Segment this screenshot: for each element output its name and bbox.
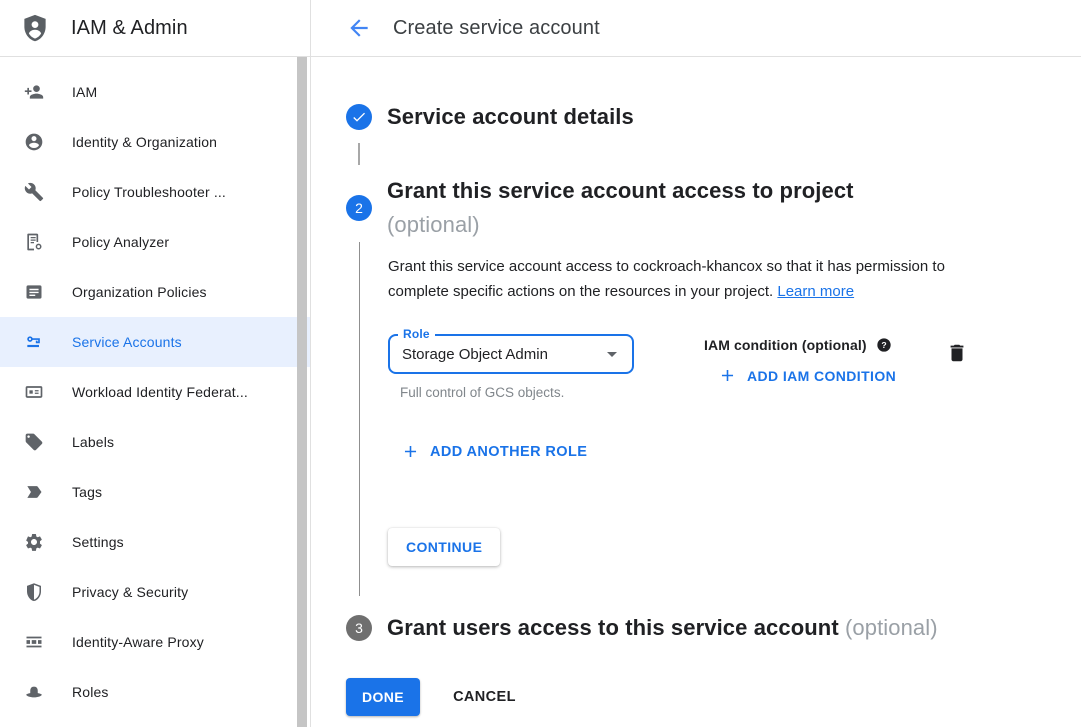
step-3-optional-label: (optional) (845, 615, 938, 640)
sidebar-item-label: Identity & Organization (72, 134, 217, 150)
role-select[interactable]: Role Storage Object Admin (388, 334, 634, 374)
sidebar-item-identity-aware-proxy[interactable]: Identity-Aware Proxy (0, 617, 310, 667)
sidebar-item-label: Privacy & Security (72, 584, 188, 600)
sidebar-item-label: Policy Analyzer (72, 234, 169, 250)
sidebar-item-organization-policies[interactable]: Organization Policies (0, 267, 310, 317)
body: IAM Identity & Organization Policy Trouble… (0, 57, 1081, 727)
policy-analyzer-icon (24, 232, 44, 252)
learn-more-link[interactable]: Learn more (777, 283, 854, 300)
tag-arrow-icon (24, 482, 44, 502)
label-tag-icon (24, 432, 44, 452)
wrench-icon (24, 182, 44, 202)
sidebar-item-label: Organization Policies (72, 284, 207, 300)
delete-role-button[interactable] (946, 342, 970, 366)
continue-button[interactable]: CONTINUE (388, 528, 500, 566)
page-title: Create service account (393, 17, 600, 40)
sidebar-scrollbar[interactable] (297, 57, 307, 727)
iam-condition-column: IAM condition (optional) ? ADD IAM CONDI… (704, 334, 896, 390)
arrow-back-icon (346, 15, 372, 41)
step-2-description: Grant this service account access to coc… (388, 254, 980, 304)
sidebar-item-label: Policy Troubleshooter ... (72, 184, 226, 200)
privacy-shield-icon (24, 582, 44, 602)
chevron-down-icon (600, 342, 624, 366)
plus-icon (401, 442, 420, 461)
help-icon[interactable]: ? (876, 337, 892, 353)
footer-actions: DONE CANCEL (346, 678, 1041, 716)
role-helper-text: Full control of GCS objects. (388, 385, 634, 400)
step-2-body: Grant this service account access to coc… (359, 242, 1041, 596)
gear-icon (24, 532, 44, 552)
sidebar-item-iam[interactable]: IAM (0, 67, 310, 117)
sidebar-item-label: Labels (72, 434, 114, 450)
role-selected-value: Storage Object Admin (402, 346, 548, 363)
role-field-label: Role (398, 327, 435, 341)
product-header: IAM & Admin (0, 0, 311, 56)
shield-person-icon (20, 13, 50, 43)
svg-text:?: ? (881, 340, 886, 350)
add-another-role-button[interactable]: ADD ANOTHER ROLE (401, 442, 587, 461)
step-2-number-badge: 2 (346, 195, 372, 221)
step-3-number-badge: 3 (346, 615, 372, 641)
sidebar-item-privacy-security[interactable]: Privacy & Security (0, 567, 310, 617)
sidebar-item-workload-identity-federat[interactable]: Workload Identity Federat... (0, 367, 310, 417)
sidebar-item-label: Tags (72, 484, 102, 500)
role-row: Role Storage Object Admin Full control o… (388, 334, 1041, 400)
trash-icon (946, 342, 968, 366)
sidebar-item-policy-analyzer[interactable]: Policy Analyzer (0, 217, 310, 267)
role-field-column: Role Storage Object Admin Full control o… (388, 334, 634, 400)
step-2-optional-label: (optional) (387, 212, 480, 237)
document-icon (24, 282, 44, 302)
sidebar-item-policy-troubleshooter[interactable]: Policy Troubleshooter ... (0, 167, 310, 217)
sidebar-items: IAM Identity & Organization Policy Trouble… (0, 67, 310, 717)
sidebar-item-labels[interactable]: Labels (0, 417, 310, 467)
check-icon (351, 109, 367, 125)
sidebar-item-identity-organization[interactable]: Identity & Organization (0, 117, 310, 167)
sidebar-item-label: Service Accounts (72, 334, 182, 350)
sidebar-item-label: Roles (72, 684, 109, 700)
sidebar-item-label: Workload Identity Federat... (72, 384, 248, 400)
sidebar-item-settings[interactable]: Settings (0, 517, 310, 567)
service-account-key-icon (24, 332, 44, 352)
step-1-complete-badge (346, 104, 372, 130)
sidebar-item-label: IAM (72, 84, 97, 100)
product-title: IAM & Admin (71, 17, 188, 40)
hat-icon (24, 682, 44, 702)
app-window: IAM & Admin Create service account IAM Id… (0, 0, 1081, 727)
sidebar-item-tags[interactable]: Tags (0, 467, 310, 517)
sidebar-item-label: Settings (72, 534, 124, 550)
add-iam-condition-button[interactable]: ADD IAM CONDITION (718, 366, 896, 385)
badge-card-icon (24, 382, 44, 402)
plus-icon (718, 366, 737, 385)
step-2-grant-access: 2 Grant this service account access to p… (346, 174, 1041, 242)
step-3-title: Grant users access to this service accou… (387, 611, 938, 645)
page-header: Create service account (311, 0, 1081, 56)
step-3-grant-users: 3 Grant users access to this service acc… (346, 611, 1041, 645)
done-button[interactable]: DONE (346, 678, 420, 716)
step-1-service-account-details: Service account details (346, 100, 1041, 134)
sidebar-item-label: Identity-Aware Proxy (72, 634, 204, 650)
top-bar: IAM & Admin Create service account (0, 0, 1081, 57)
main-content: Service account details 2 Grant this ser… (311, 57, 1081, 727)
step-connector (358, 143, 360, 165)
account-circle-icon (24, 132, 44, 152)
step-1-title: Service account details (387, 100, 634, 134)
proxy-icon (24, 632, 44, 652)
step-2-title: Grant this service account access to pro… (387, 174, 854, 242)
sidebar-item-service-accounts[interactable]: Service Accounts (0, 317, 310, 367)
iam-condition-label-row: IAM condition (optional) ? (704, 337, 896, 353)
sidebar-nav: IAM Identity & Organization Policy Trouble… (0, 57, 311, 727)
back-button[interactable] (346, 15, 372, 41)
cancel-button[interactable]: CANCEL (453, 689, 516, 705)
person-add-icon (24, 82, 44, 102)
sidebar-item-roles[interactable]: Roles (0, 667, 310, 717)
